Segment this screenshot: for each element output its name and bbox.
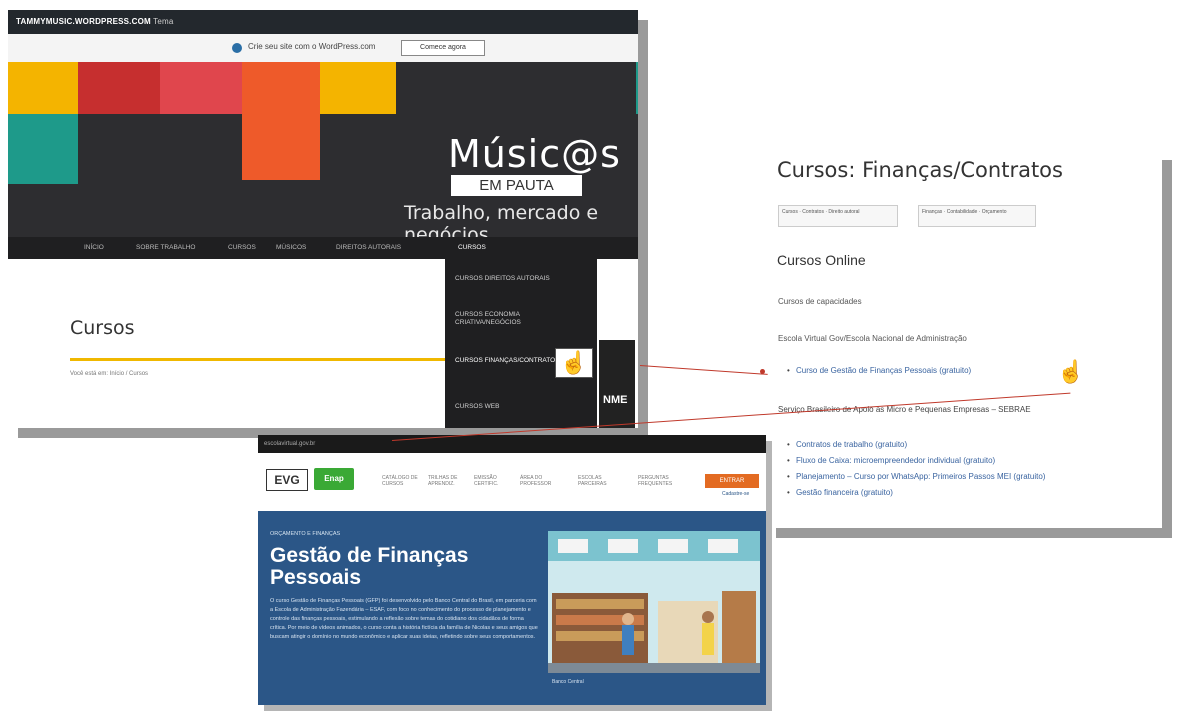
course-link[interactable]: Gestão financeira (gratuito) xyxy=(787,488,893,497)
illustration-caption: Banco Central xyxy=(552,679,584,685)
evg-logo[interactable]: EVG xyxy=(266,469,308,491)
wordpress-icon xyxy=(232,43,242,53)
course-illustration xyxy=(548,531,760,673)
course-hero: ORÇAMENTO E FINANÇAS Gestão de Finanças … xyxy=(258,511,766,705)
banner-tile xyxy=(160,62,242,114)
nav-item[interactable]: CATÁLOGO DE CURSOS xyxy=(382,475,422,487)
notice-text: Crie seu site com o WordPress.com xyxy=(248,42,376,51)
page-title: Cursos xyxy=(70,317,135,339)
nav-item[interactable]: PERGUNTAS FREQUENTES xyxy=(638,475,678,487)
dropdown-item-active[interactable]: CURSOS FINANÇAS/CONTRATOS xyxy=(455,357,565,365)
site-header: EVG Enap CATÁLOGO DE CURSOS TRILHAS DE A… xyxy=(258,453,766,509)
start-now-button[interactable]: Comece agora xyxy=(401,40,485,56)
course-page-screenshot: escolavirtual.gov.br EVG Enap CATÁLOGO D… xyxy=(258,435,766,705)
side-label: NME xyxy=(603,394,628,406)
admin-bar-extra[interactable]: Tema xyxy=(153,17,173,26)
nav-item[interactable]: INÍCIO xyxy=(84,244,104,251)
hand-pointer-icon: ☝ xyxy=(555,348,593,378)
nav-item[interactable]: CURSOS xyxy=(228,244,256,251)
banner-tile xyxy=(78,62,160,114)
main-nav: INÍCIO SOBRE TRABALHO CURSOS MÚSICOS DIR… xyxy=(8,237,638,259)
dropdown-item[interactable]: CURSOS ECONOMIA CRIATIVA/NEGÓCIOS xyxy=(455,311,565,327)
featured-course-link[interactable]: Curso de Gestão de Finanças Pessoais (gr… xyxy=(787,366,971,375)
course-link[interactable]: Planejamento – Curso por WhatsApp: Prime… xyxy=(787,472,1045,481)
connector-dot xyxy=(760,369,765,374)
category-chip[interactable]: Finanças · Contabilidade · Orçamento xyxy=(918,205,1036,227)
subsection-text: Cursos de capacidades xyxy=(778,297,862,306)
login-button[interactable]: ENTRAR xyxy=(705,474,759,488)
top-bar: escolavirtual.gov.br xyxy=(258,435,766,453)
banner-tile xyxy=(636,62,638,114)
banner-tile xyxy=(320,62,396,114)
courses-dropdown: CURSOS DIREITOS AUTORAIS CURSOS ECONOMIA… xyxy=(445,259,597,428)
admin-bar-site[interactable]: TAMMYMUSIC.WORDPRESS.COM xyxy=(16,17,151,26)
admin-bar: TAMMYMUSIC.WORDPRESS.COM Tema xyxy=(8,10,638,34)
section-heading: Cursos Online xyxy=(777,252,866,268)
blog-screenshot: TAMMYMUSIC.WORDPRESS.COM Tema Crie seu s… xyxy=(8,10,638,428)
course-link[interactable]: Fluxo de Caixa: microempreendedor indivi… xyxy=(787,456,995,465)
site-brand[interactable]: Músic@s xyxy=(448,132,621,176)
nav-item[interactable]: DIREITOS AUTORAIS xyxy=(336,244,401,251)
nav-item-active[interactable]: CURSOS xyxy=(458,244,486,251)
site-brand-sub: EM PAUTA xyxy=(451,175,582,196)
course-category: ORÇAMENTO E FINANÇAS xyxy=(270,531,341,537)
nav-item[interactable]: MÚSICOS xyxy=(276,244,306,251)
side-panel xyxy=(597,259,638,340)
side-thumbnail: NME xyxy=(599,340,635,428)
dropdown-item[interactable]: CURSOS DIREITOS AUTORAIS xyxy=(455,275,565,283)
banner-tile xyxy=(8,62,78,114)
course-description: O curso Gestão de Finanças Pessoais (GFP… xyxy=(270,598,538,640)
banner-tile xyxy=(242,62,320,180)
nav-item[interactable]: SOBRE TRABALHO xyxy=(136,244,195,251)
breadcrumb: Você está em: Início / Cursos xyxy=(70,371,149,377)
signup-link[interactable]: Cadastre-se xyxy=(722,491,749,497)
banner-tile xyxy=(8,114,78,184)
title-divider xyxy=(70,358,445,361)
connector-line xyxy=(639,365,768,375)
dropdown-item[interactable]: CURSOS WEB xyxy=(455,403,565,411)
site-banner: Músic@s EM PAUTA Trabalho, mercado e neg… xyxy=(8,62,638,237)
course-link[interactable]: Contratos de trabalho (gratuito) xyxy=(787,440,907,449)
nav-item[interactable]: ESCOLAS PARCEIRAS xyxy=(578,475,618,487)
site-tagline: Trabalho, mercado e negócios xyxy=(404,202,599,237)
school-name: Escola Virtual Gov/Escola Nacional de Ad… xyxy=(778,334,967,343)
course-title: Gestão de Finanças Pessoais xyxy=(270,544,469,589)
nav-item[interactable]: EMISSÃO CERTIFIC. xyxy=(474,475,514,487)
nav-item[interactable]: ÁREA DO PROFESSOR xyxy=(520,475,560,487)
enap-logo[interactable]: Enap xyxy=(314,468,354,490)
hand-pointer-icon: ☝ xyxy=(1057,359,1085,384)
category-chip[interactable]: Cursos · Contratos · Direito autoral xyxy=(778,205,898,227)
page-title: Cursos: Finanças/Contratos xyxy=(777,158,1063,182)
course-list-screenshot: Cursos: Finanças/Contratos Cursos · Cont… xyxy=(766,150,1162,528)
wordpress-notice: Crie seu site com o WordPress.com Comece… xyxy=(8,34,638,62)
nav-item[interactable]: TRILHAS DE APRENDIZ. xyxy=(428,475,468,487)
